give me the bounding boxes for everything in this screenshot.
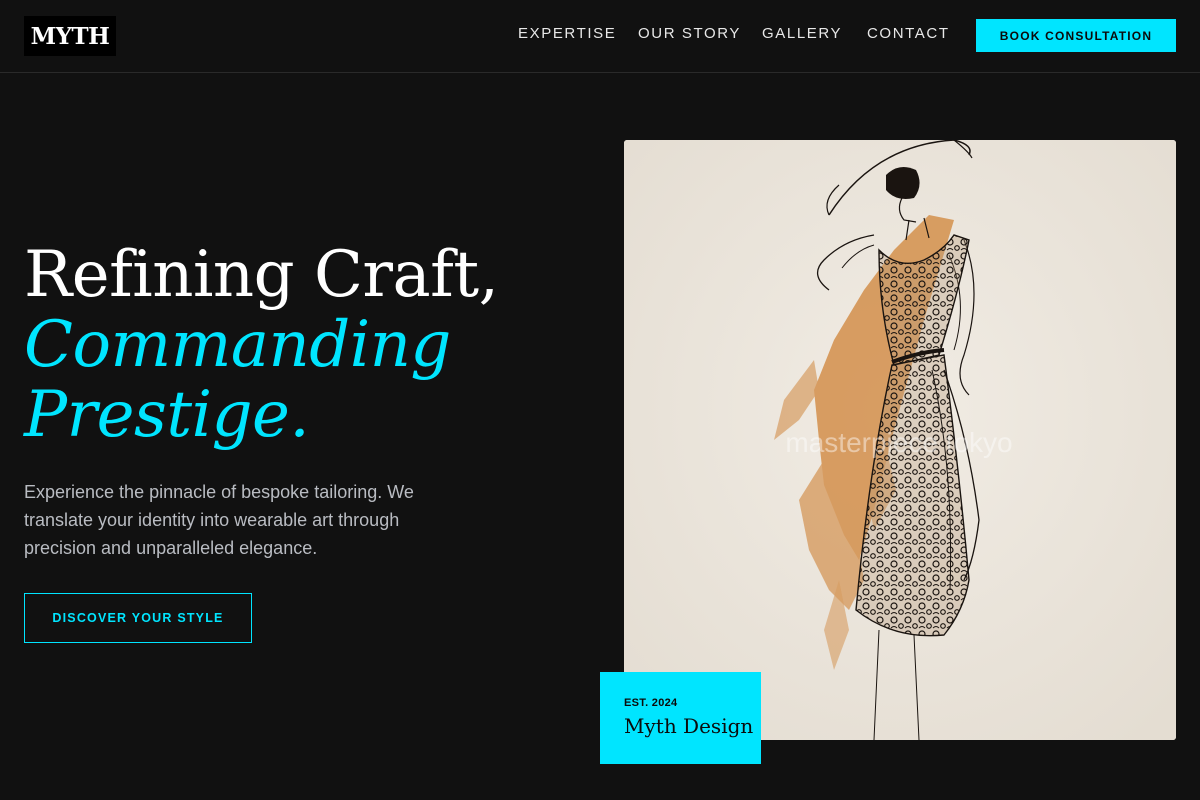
- logo[interactable]: MYTH: [24, 16, 116, 56]
- headline-accent-line: Commanding: [24, 308, 451, 382]
- nav-link-our-story[interactable]: OUR STORY: [638, 25, 741, 42]
- image-watermark: masterpiece tokyo: [785, 427, 1012, 458]
- nav-link-gallery[interactable]: GALLERY: [762, 25, 842, 42]
- book-consultation-button[interactable]: BOOK CONSULTATION: [976, 19, 1176, 52]
- hero-headline: Refining Craft, Commanding Prestige.: [24, 240, 584, 450]
- nav-link-expertise[interactable]: EXPERTISE: [518, 25, 616, 42]
- site-header: MYTH EXPERTISE OUR STORY GALLERY CONTACT…: [0, 0, 1200, 73]
- established-badge: EST. 2024 Myth Design: [600, 672, 761, 764]
- established-label: EST. 2024: [624, 697, 678, 709]
- discover-style-button[interactable]: DISCOVER YOUR STYLE: [24, 593, 252, 643]
- fashion-sketch-illustration: masterpiece tokyo: [624, 140, 1176, 740]
- headline-accent-line: Prestige.: [24, 378, 310, 452]
- hero-description: Experience the pinnacle of bespoke tailo…: [24, 482, 414, 558]
- nav-link-contact[interactable]: CONTACT: [867, 25, 950, 42]
- headline-line: Refining Craft,: [24, 238, 499, 312]
- brand-name: Myth Design: [624, 714, 754, 738]
- feature-image: masterpiece tokyo: [624, 140, 1176, 740]
